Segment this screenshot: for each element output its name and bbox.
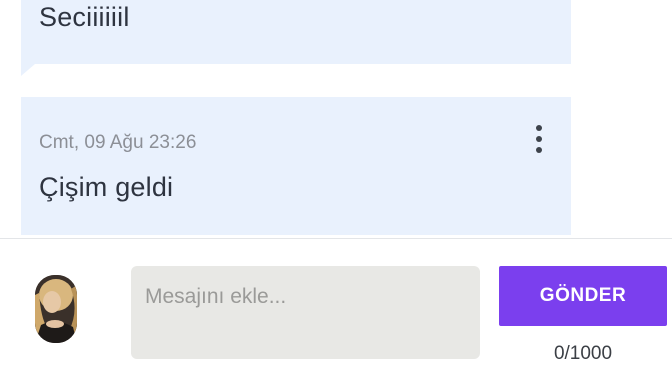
- avatar: [35, 275, 77, 343]
- message-text: Çişim geldi: [39, 172, 174, 202]
- message-input[interactable]: Mesajını ekle...: [131, 266, 480, 359]
- menu-dot: [536, 147, 542, 153]
- avatar-image: [35, 275, 77, 343]
- character-counter: 0/1000: [553, 343, 613, 364]
- more-vertical-icon[interactable]: [527, 123, 551, 155]
- comments-screen: Seciiiiiil Cmt, 09 Ağu 23:26 Çişim geldi…: [0, 0, 672, 378]
- message-bubble: Seciiiiiil: [21, 0, 571, 76]
- message-bubble: Cmt, 09 Ağu 23:26 Çişim geldi: [21, 97, 571, 235]
- send-button[interactable]: GÖNDER: [499, 266, 667, 326]
- bubble-tail: [21, 64, 35, 76]
- message-composer: Mesajını ekle... GÖNDER 0/1000: [0, 238, 672, 378]
- message-timestamp: Cmt, 09 Ağu 23:26: [39, 132, 197, 153]
- message-input-placeholder: Mesajını ekle...: [145, 285, 287, 308]
- menu-dot: [536, 125, 542, 131]
- menu-dot: [536, 136, 542, 142]
- message-text: Seciiiiiil: [39, 2, 130, 32]
